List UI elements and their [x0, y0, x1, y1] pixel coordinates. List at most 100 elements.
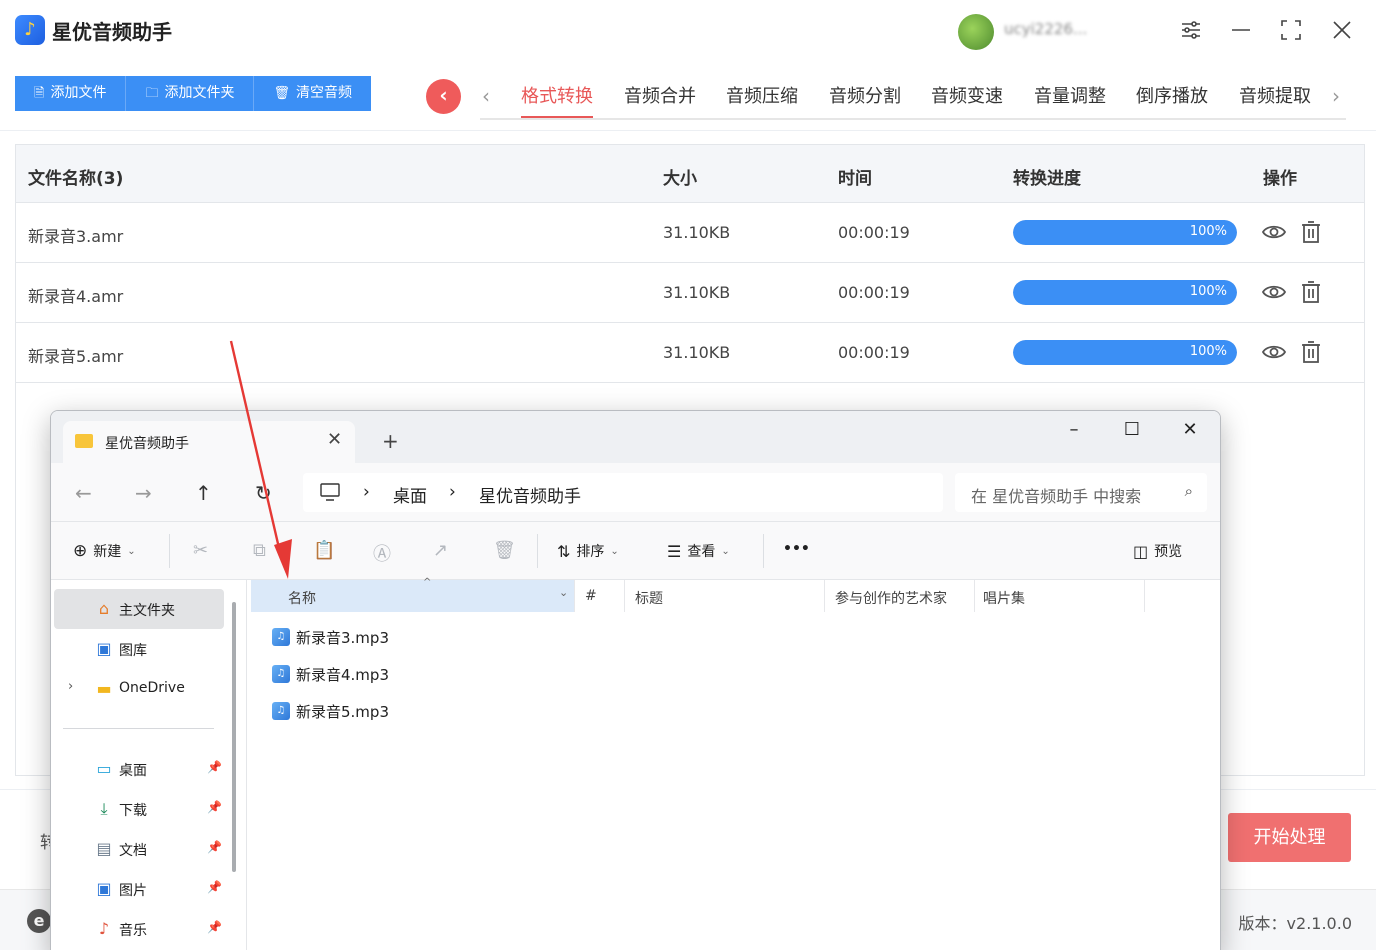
- nav-item-gallery[interactable]: ▣ 图库: [54, 629, 224, 669]
- browser-icon[interactable]: e: [27, 909, 51, 933]
- avatar[interactable]: [958, 14, 994, 50]
- more-options-button[interactable]: •••: [783, 541, 810, 557]
- minimize-icon[interactable]: [1229, 18, 1253, 42]
- refresh-icon[interactable]: ↻: [255, 481, 272, 505]
- close-icon[interactable]: [1330, 18, 1354, 42]
- col-filename: 文件名称(3): [28, 169, 124, 189]
- close-icon[interactable]: ✕: [1175, 419, 1205, 440]
- delete-icon[interactable]: 🗑: [493, 540, 516, 561]
- copy-icon[interactable]: ⧉: [253, 540, 266, 561]
- eye-icon[interactable]: [1261, 219, 1287, 245]
- breadcrumb[interactable]: › 桌面 › 星优音频助手: [303, 473, 943, 512]
- col-title[interactable]: 标题: [625, 580, 825, 612]
- clear-audio-button[interactable]: 🗑 清空音频: [254, 76, 371, 111]
- tab-format-convert[interactable]: 格式转换: [521, 82, 593, 118]
- up-arrow-icon[interactable]: ↑: [195, 481, 212, 505]
- settings-sliders-icon[interactable]: [1179, 18, 1203, 42]
- explorer-tab[interactable]: 星优音频助手 ✕: [63, 421, 355, 463]
- chevron-down-icon[interactable]: ⌄: [559, 586, 568, 599]
- tab-audio-speed[interactable]: 音频变速: [931, 82, 1003, 118]
- table-row[interactable]: 新录音4.amr 31.10KB 00:00:19 100%: [16, 263, 1364, 323]
- col-artists[interactable]: 参与创作的艺术家: [825, 580, 975, 612]
- sort-label: 排序: [576, 544, 605, 560]
- eye-icon[interactable]: [1261, 279, 1287, 305]
- nav-item-pictures[interactable]: ▣ 图片 📌: [54, 869, 224, 909]
- back-button[interactable]: ‹: [426, 79, 461, 114]
- back-arrow-icon[interactable]: ←: [75, 481, 92, 505]
- chevron-down-icon: ⌄: [721, 545, 730, 557]
- tabs-scroll-left-icon[interactable]: ‹: [482, 84, 490, 108]
- col-name[interactable]: 名称 ^ ⌄: [251, 577, 575, 612]
- pin-icon[interactable]: 📌: [207, 840, 222, 854]
- title-bar: ♪ 星优音频助手 ucyi2226...: [0, 0, 1376, 62]
- tab-audio-extract[interactable]: 音频提取: [1239, 82, 1311, 118]
- new-tab-icon[interactable]: +: [382, 429, 399, 453]
- pin-icon[interactable]: 📌: [207, 760, 222, 774]
- preview-button[interactable]: ◫ 预览: [1133, 541, 1182, 561]
- list-item[interactable]: ♫ 新录音5.mp3: [272, 696, 389, 726]
- expand-chevron-icon[interactable]: ›: [68, 679, 73, 694]
- trash-icon: 🗑: [273, 86, 290, 101]
- list-item[interactable]: ♫ 新录音4.mp3: [272, 659, 389, 689]
- list-item[interactable]: ♫ 新录音3.mp3: [272, 622, 389, 652]
- minimize-icon[interactable]: –: [1059, 419, 1089, 440]
- view-button[interactable]: ☰ 查看 ⌄: [667, 541, 730, 561]
- nav-item-music[interactable]: ♪ 音乐 📌: [54, 909, 224, 949]
- divider: [63, 728, 214, 729]
- computer-icon[interactable]: [319, 482, 341, 507]
- tab-audio-compress[interactable]: 音频压缩: [726, 82, 798, 118]
- file-name: 新录音3.mp3: [296, 628, 389, 647]
- tab-volume-adjust[interactable]: 音量调整: [1034, 82, 1106, 118]
- paste-icon[interactable]: 📋: [313, 540, 335, 561]
- add-file-button[interactable]: 🗎 添加文件: [15, 76, 127, 111]
- nav-item-onedrive[interactable]: › ▬ OneDrive: [54, 669, 224, 709]
- pin-icon[interactable]: 📌: [207, 880, 222, 894]
- tab-reverse-play[interactable]: 倒序播放: [1136, 82, 1208, 118]
- cut-icon[interactable]: ✂: [193, 540, 208, 561]
- nav-item-desktop[interactable]: ▭ 桌面 📌: [54, 749, 224, 789]
- search-input[interactable]: 在 星优音频助手 中搜索 ⌕: [955, 473, 1207, 512]
- col-number[interactable]: #: [575, 580, 625, 612]
- fullscreen-icon[interactable]: [1279, 18, 1303, 42]
- nav-item-documents[interactable]: ▤ 文档 📌: [54, 829, 224, 869]
- col-progress: 转换进度: [1013, 169, 1081, 189]
- start-processing-button[interactable]: 开始处理: [1228, 813, 1351, 862]
- nav-label: OneDrive: [119, 680, 185, 696]
- col-album[interactable]: 唱片集: [975, 580, 1145, 612]
- file-time: 00:00:19: [838, 223, 910, 242]
- col-size: 大小: [663, 169, 697, 189]
- breadcrumb-chevron-icon: ›: [363, 482, 370, 502]
- divider: [169, 534, 170, 568]
- search-placeholder: 在 星优音频助手 中搜索: [971, 487, 1142, 506]
- tabs-scroll-right-icon[interactable]: ›: [1332, 84, 1340, 108]
- new-button[interactable]: ⊕ 新建 ⌄: [73, 541, 136, 561]
- tab-audio-split[interactable]: 音频分割: [829, 82, 901, 118]
- delete-icon[interactable]: [1298, 339, 1324, 365]
- nav-item-home[interactable]: ⌂ 主文件夹: [54, 589, 224, 629]
- nav-item-downloads[interactable]: ⤓ 下载 📌: [54, 789, 224, 829]
- sort-button[interactable]: ⇅ 排序 ⌄: [557, 541, 619, 561]
- delete-icon[interactable]: [1298, 279, 1324, 305]
- eye-icon[interactable]: [1261, 339, 1287, 365]
- maximize-icon[interactable]: ☐: [1117, 419, 1147, 440]
- delete-icon[interactable]: [1298, 219, 1324, 245]
- rename-icon[interactable]: Ⓐ: [373, 540, 391, 566]
- close-tab-icon[interactable]: ✕: [327, 429, 342, 450]
- pin-icon[interactable]: 📌: [207, 920, 222, 934]
- file-name: 新录音4.mp3: [296, 665, 389, 684]
- file-name: 新录音5.mp3: [296, 702, 389, 721]
- forward-arrow-icon[interactable]: →: [135, 481, 152, 505]
- table-row[interactable]: 新录音3.amr 31.10KB 00:00:19 100%: [16, 203, 1364, 263]
- table-row[interactable]: 新录音5.amr 31.10KB 00:00:19 100%: [16, 323, 1364, 383]
- scrollbar[interactable]: [232, 602, 236, 872]
- progress-bar: 100%: [1013, 280, 1237, 305]
- breadcrumb-desktop[interactable]: 桌面: [393, 482, 427, 507]
- add-folder-button[interactable]: 🗀 添加文件夹: [126, 76, 255, 111]
- user-name[interactable]: ucyi2226...: [1004, 20, 1154, 40]
- tab-audio-merge[interactable]: 音频合并: [624, 82, 696, 118]
- file-icon: 🗎: [34, 86, 45, 101]
- share-icon[interactable]: ↗: [433, 540, 448, 561]
- pin-icon[interactable]: 📌: [207, 800, 222, 814]
- search-icon[interactable]: ⌕: [1185, 482, 1193, 500]
- breadcrumb-folder[interactable]: 星优音频助手: [479, 482, 581, 507]
